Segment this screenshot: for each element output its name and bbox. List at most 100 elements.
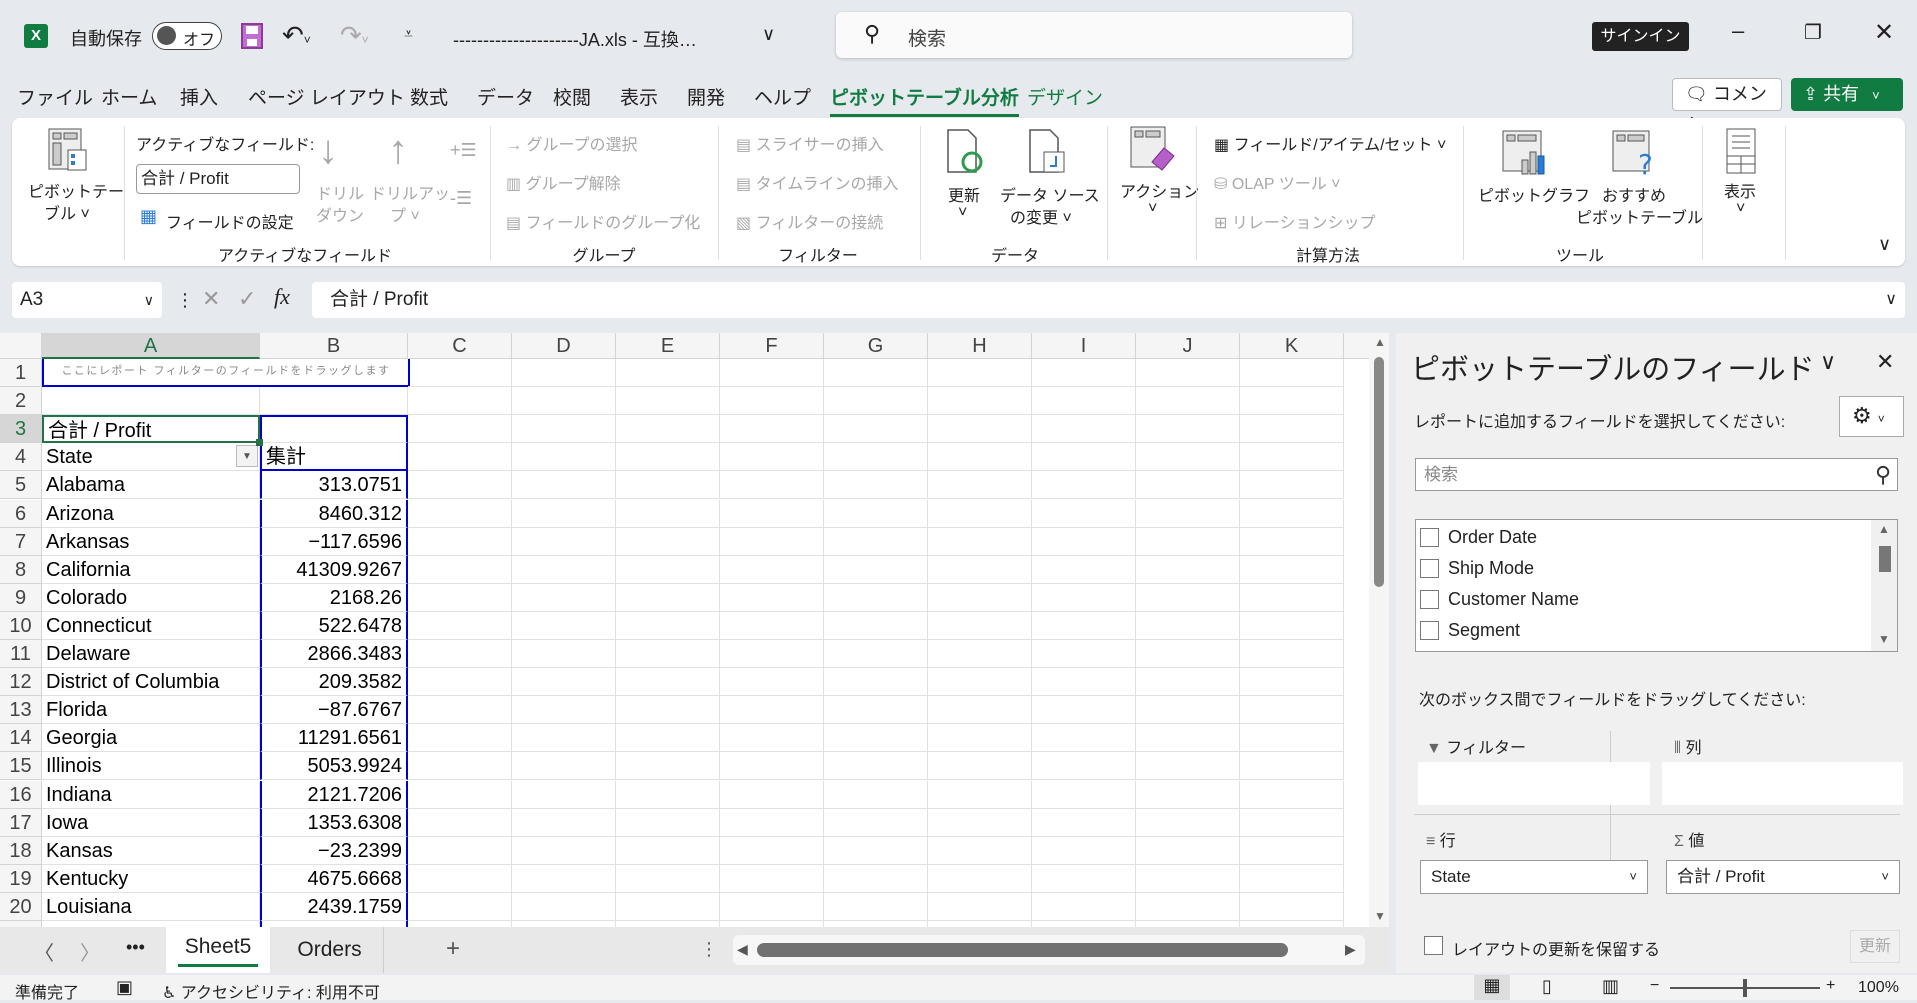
pane-options-chevron-icon[interactable]: ∨ [1820,349,1836,375]
sheet-tab-sheet5[interactable]: Sheet5 [166,927,270,973]
cell[interactable] [824,864,928,893]
prev-sheet-icon[interactable]: 〈 [34,937,54,966]
row-header[interactable]: 20 [0,892,42,921]
cell[interactable] [824,415,928,444]
cell[interactable] [512,836,616,865]
cell[interactable] [512,668,616,697]
document-title[interactable]: ---------------------JA.xls - 互換… [453,26,697,52]
cell[interactable] [720,611,824,640]
state-cell[interactable]: Georgia [42,724,260,753]
row-header[interactable]: 2 [0,387,42,416]
add-sheet-icon[interactable]: + [446,935,460,963]
cell[interactable] [512,359,616,388]
cell[interactable] [824,724,928,753]
state-cell[interactable]: Arizona [42,499,260,528]
profit-cell[interactable]: 2168.26 [260,583,408,612]
cell[interactable] [928,836,1032,865]
column-header-C[interactable]: C [408,333,512,359]
formula-input[interactable]: 合計 / Profit ∨ [312,282,1905,318]
cell[interactable] [720,443,824,472]
cell[interactable] [408,415,512,444]
column-header-A[interactable]: A [42,333,260,359]
minimize-icon[interactable]: – [1732,18,1744,44]
recommended-pivottables-button[interactable]: ? おすすめ ピボットテーブル [1574,126,1703,227]
cell[interactable] [824,780,928,809]
profit-cell[interactable]: −117.6596 [260,527,408,556]
cell[interactable] [928,583,1032,612]
cell[interactable] [1136,892,1240,921]
cell[interactable] [1032,415,1136,444]
cell[interactable] [1240,892,1344,921]
cell[interactable] [1136,611,1240,640]
state-cell[interactable]: California [42,555,260,584]
profit-cell[interactable]: 1353.6308 [260,808,408,837]
cell[interactable] [408,836,512,865]
rows-field-dropdown[interactable]: State ˅ [1420,860,1648,894]
profit-cell[interactable]: 4675.6668 [260,864,408,893]
cell[interactable] [616,696,720,725]
cell[interactable] [928,696,1032,725]
row-header[interactable]: 5 [0,471,42,500]
tab-formulas[interactable]: 数式 [410,83,448,110]
cell[interactable] [512,471,616,500]
cell[interactable] [720,499,824,528]
cell[interactable] [616,555,720,584]
row-header[interactable]: 3 [0,415,42,444]
state-cell[interactable]: Iowa [42,808,260,837]
cell[interactable] [260,415,408,444]
profit-cell[interactable]: 8460.312 [260,499,408,528]
cell[interactable] [824,836,928,865]
accessibility-status[interactable]: ♿ アクセシビリティ: 利用不可 [162,979,380,1003]
row-header[interactable]: 19 [0,864,42,893]
columns-drop-area[interactable] [1662,762,1903,805]
tab-home[interactable]: ホーム [101,83,157,110]
row-header[interactable]: 9 [0,583,42,612]
cell[interactable] [512,499,616,528]
page-layout-view-icon[interactable]: ▯ [1542,976,1552,997]
state-cell[interactable]: Louisiana [42,892,260,921]
cell[interactable] [616,415,720,444]
tools-gear-button[interactable]: ⚙ ˅ [1839,396,1904,437]
cell[interactable] [824,892,928,921]
report-filter-drop-area[interactable]: ここにレポート フィルターのフィールドをドラッグします [42,359,410,388]
fields-items-sets-button[interactable]: ▦ フィールド/アイテム/セット ˅ [1214,131,1446,155]
cell[interactable] [512,752,616,781]
row-header[interactable]: 7 [0,527,42,556]
cell[interactable] [824,359,928,388]
cell[interactable] [1240,415,1344,444]
cell[interactable] [512,864,616,893]
row-header[interactable]: 1 [0,359,42,388]
next-sheet-icon[interactable]: 〉 [80,937,100,966]
row-header[interactable]: 18 [0,836,42,865]
cell[interactable] [1240,583,1344,612]
column-header-B[interactable]: B [260,333,408,359]
cell[interactable] [1240,640,1344,669]
state-cell[interactable]: District of Columbia [42,668,260,697]
tab-insert[interactable]: 挿入 [180,83,218,110]
cell[interactable] [1136,640,1240,669]
filters-drop-area[interactable] [1418,762,1650,805]
cell[interactable] [720,555,824,584]
insert-function-icon[interactable]: fx [274,284,290,310]
row-header[interactable]: 12 [0,668,42,697]
row-header[interactable]: 8 [0,555,42,584]
cell[interactable] [1032,555,1136,584]
cell[interactable] [512,611,616,640]
cell[interactable] [616,499,720,528]
cell[interactable] [1032,668,1136,697]
cell[interactable] [1032,696,1136,725]
cell[interactable] [928,415,1032,444]
cell[interactable] [616,640,720,669]
cell[interactable] [512,415,616,444]
cell[interactable] [720,836,824,865]
cell[interactable] [1240,499,1344,528]
customize-qat-icon[interactable]: ⩡ [404,26,413,44]
vertical-scrollbar[interactable]: ▲ ▼ [1369,333,1389,927]
scrollbar-thumb[interactable] [1374,357,1384,587]
pivot-value-header-cell[interactable]: 合計 / Profit [42,415,260,444]
cell[interactable] [408,808,512,837]
cell[interactable] [408,555,512,584]
cell[interactable] [616,836,720,865]
cell[interactable] [512,780,616,809]
share-button[interactable]: ⇪ 共有 ˅ [1791,78,1903,111]
